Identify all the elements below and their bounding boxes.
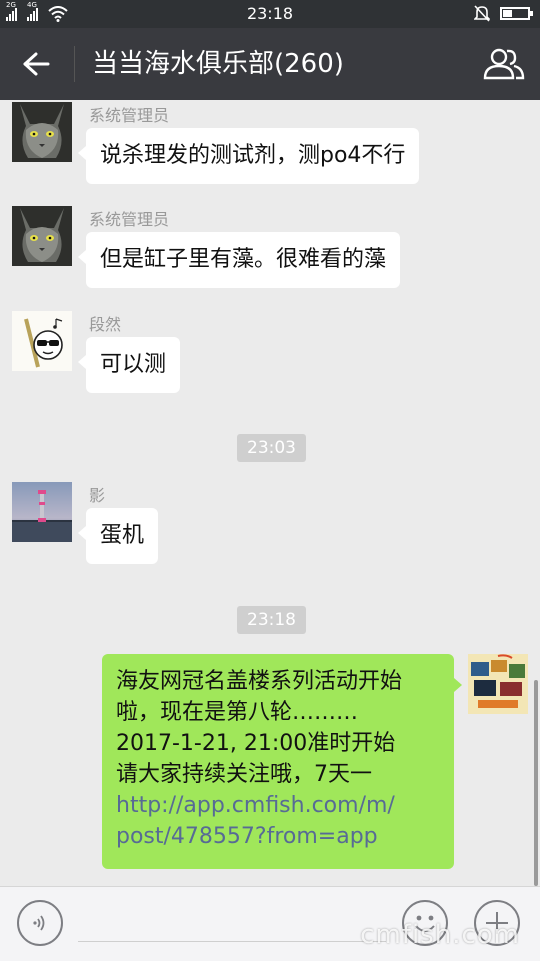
message-line: 请大家持续关注哦，7天一: [116, 762, 372, 787]
message-bubble[interactable]: 但是缸子里有藻。很难看的藻: [77, 232, 401, 288]
timestamp: 23:18: [237, 606, 306, 634]
outgoing-message-bubble[interactable]: 海友网冠名盖楼系列活动开始 啦，现在是第八轮……… 2017-1-21, 21:…: [102, 654, 462, 869]
sender-name: 系统管理员: [89, 210, 170, 229]
message-line: 海友网冠名盖楼系列活动开始: [116, 669, 403, 694]
message-link[interactable]: post/478557?from=app: [116, 821, 440, 852]
chat-title: 当当海水俱乐部(260): [92, 49, 344, 79]
voice-icon: [33, 915, 45, 931]
voice-button[interactable]: [17, 900, 63, 946]
message-bubble[interactable]: 蛋机: [77, 508, 159, 564]
sender-name: 系统管理员: [89, 106, 170, 125]
message-line: 2017-1-21, 21:00准时开始: [116, 731, 396, 756]
timestamp: 23:03: [237, 434, 306, 462]
lighthouse-avatar[interactable]: [12, 482, 72, 542]
chat-header: 当当海水俱乐部(260): [0, 28, 540, 100]
cat-avatar[interactable]: [12, 206, 72, 266]
sender-name: 段然: [89, 315, 122, 334]
status-right: [474, 4, 533, 22]
header-divider: [74, 46, 75, 82]
message-bubble[interactable]: 说杀理发的测试剂，测po4不行: [77, 128, 420, 184]
back-button[interactable]: [14, 44, 58, 84]
scrollbar[interactable]: [534, 680, 538, 886]
message-bubble[interactable]: 可以测: [77, 337, 181, 393]
group-members-icon: [483, 48, 525, 80]
arrow-left-icon: [23, 52, 50, 76]
cat-avatar[interactable]: [12, 102, 72, 162]
status-time: 23:18: [246, 4, 294, 23]
cartoon-avatar[interactable]: [12, 311, 72, 371]
status-bar: 2G 4G 23:18: [0, 0, 540, 28]
promo-avatar[interactable]: [468, 654, 528, 714]
mute-icon: [474, 5, 490, 22]
group-members-button[interactable]: [480, 42, 528, 86]
message-input[interactable]: [78, 941, 386, 942]
message-link[interactable]: http://app.cmfish.com/m/: [116, 790, 440, 821]
sender-name: 影: [89, 486, 106, 505]
battery-icon: [500, 6, 533, 20]
watermark: cmfish.com: [360, 920, 520, 950]
message-line: 啦，现在是第八轮………: [116, 700, 359, 725]
